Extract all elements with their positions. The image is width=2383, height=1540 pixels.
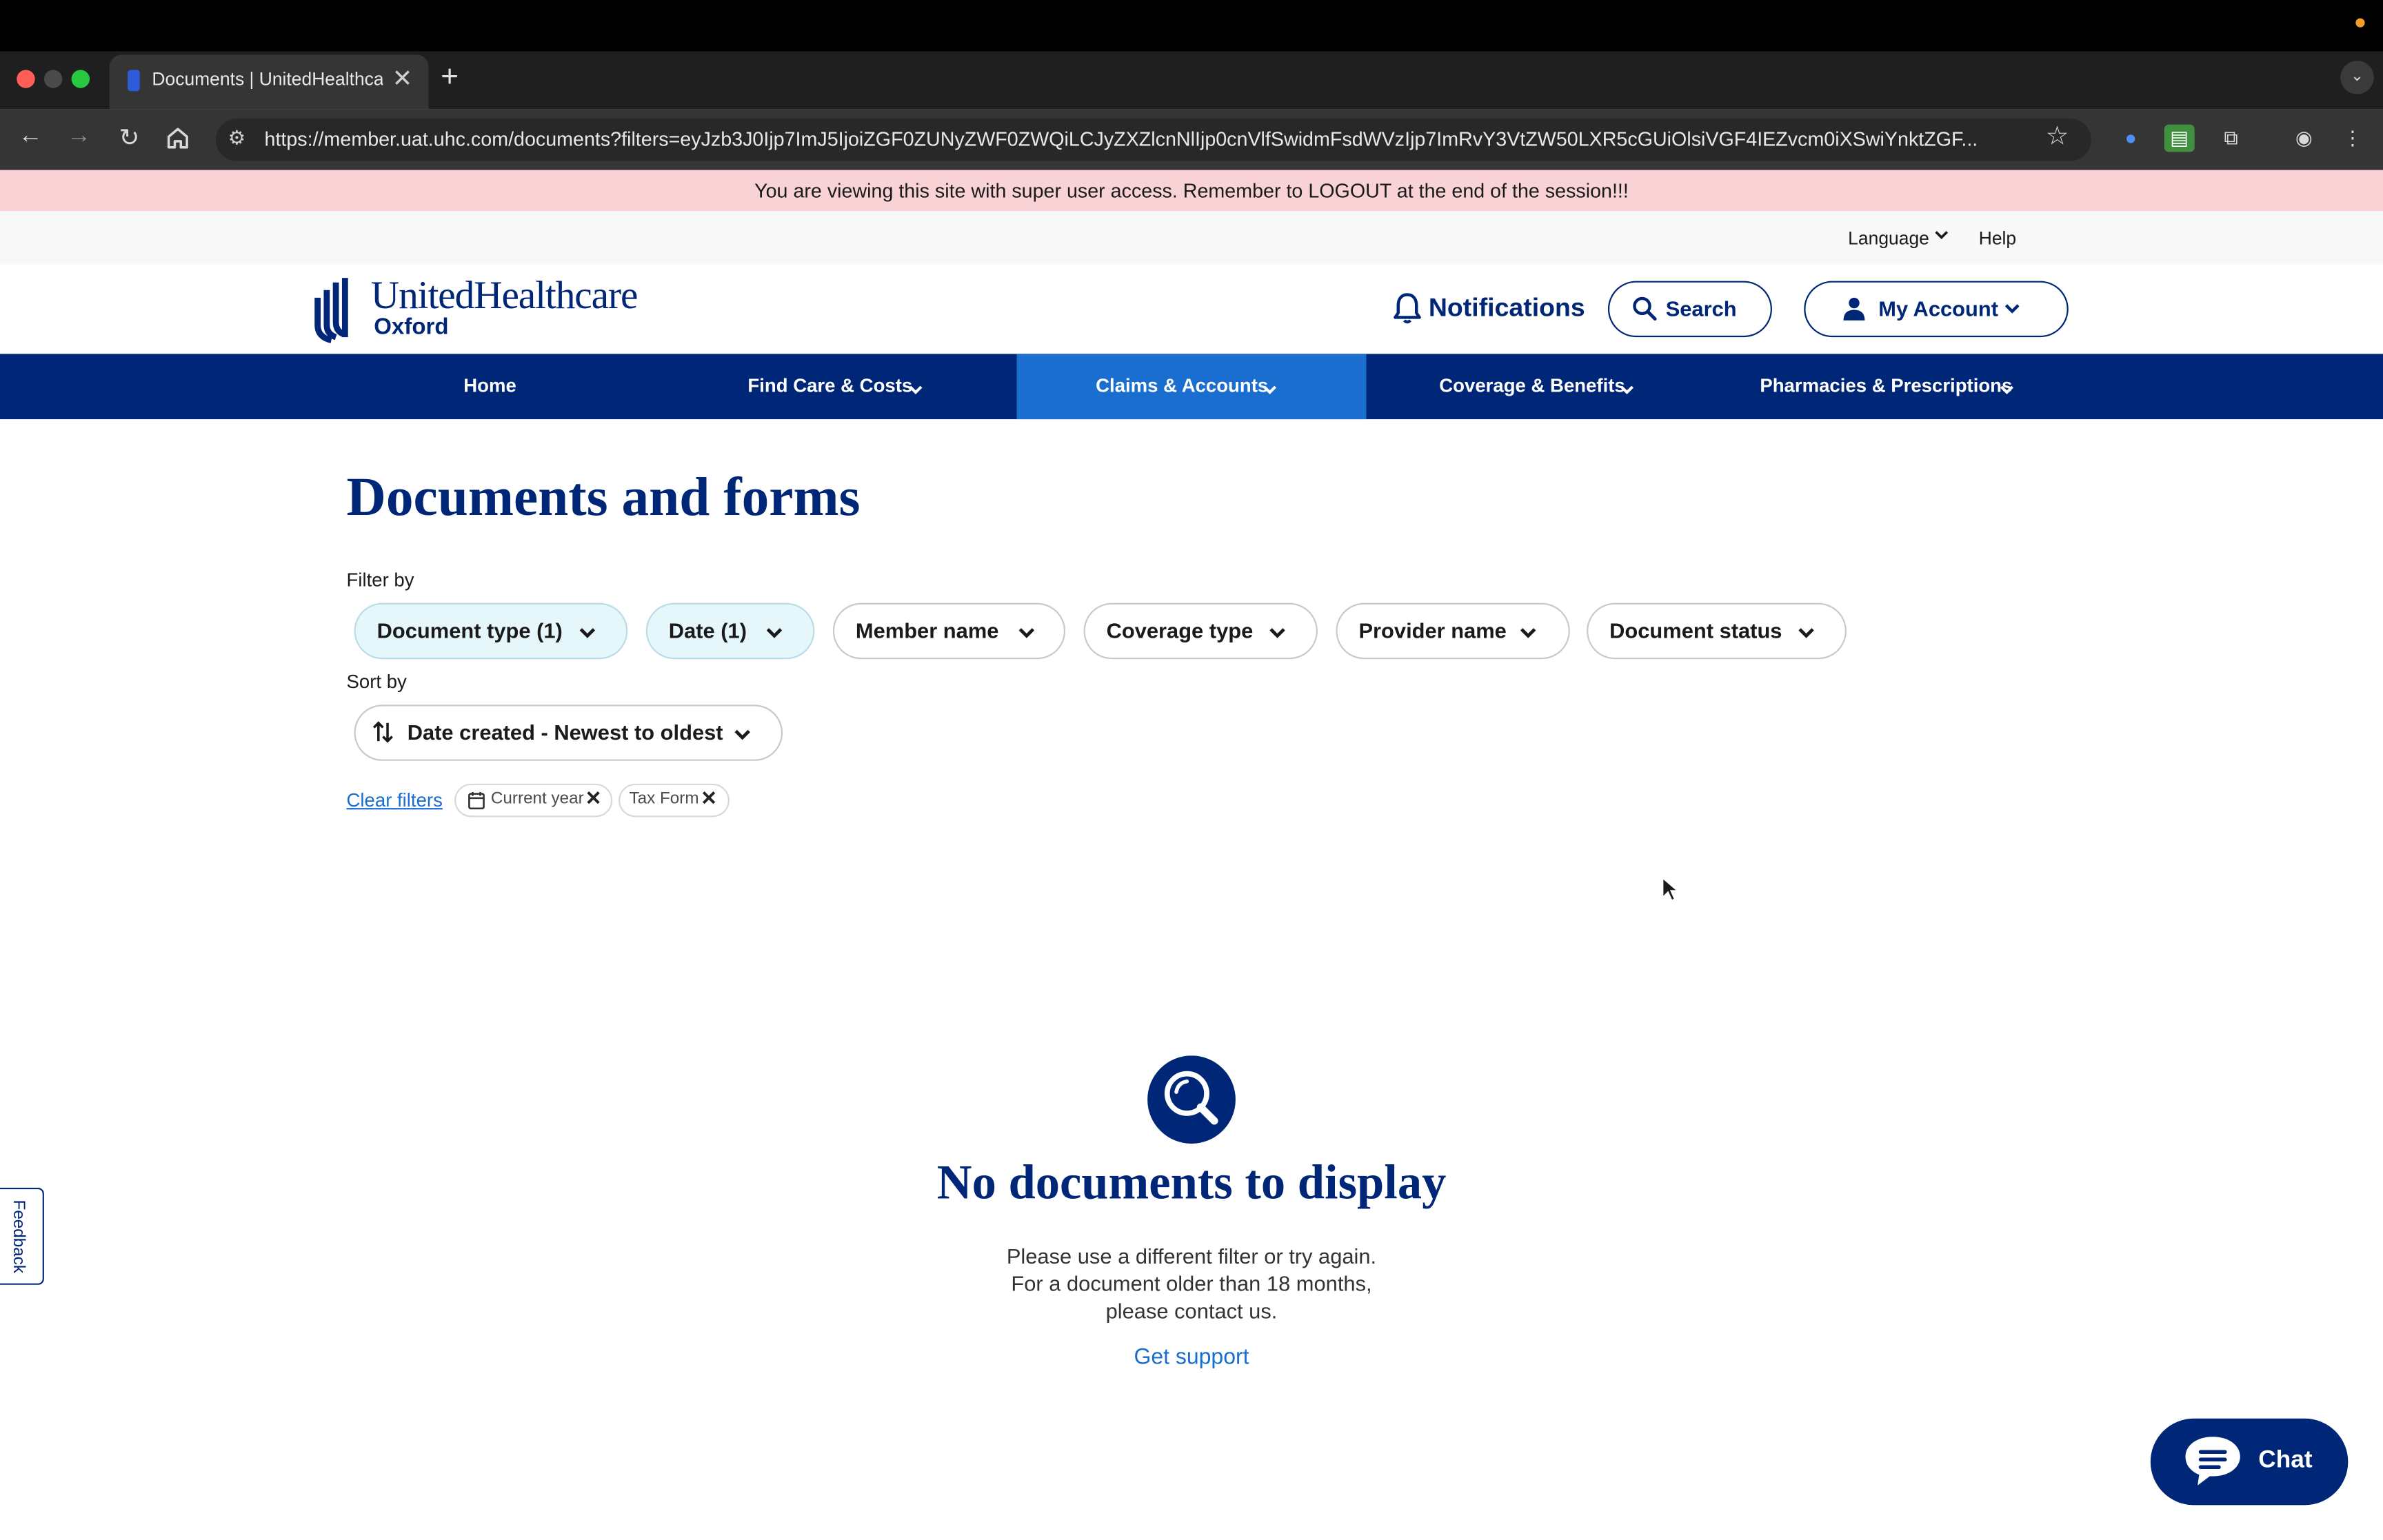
search-icon: [1632, 296, 1657, 321]
chevron-down-icon: [2003, 298, 2021, 325]
clear-filters-link[interactable]: Clear filters: [347, 790, 443, 811]
filter-member-name-label: Member name: [855, 618, 999, 642]
user-icon: [1842, 296, 1866, 321]
empty-state-line: Please use a different filter or try aga…: [1006, 1244, 1377, 1268]
forward-icon[interactable]: →: [64, 123, 94, 150]
chevron-down-icon: [1261, 378, 1278, 406]
feedback-label: Feedback: [9, 1199, 28, 1273]
chevron-down-icon: [1933, 226, 1950, 247]
chevron-down-icon: [1618, 378, 1635, 406]
chat-bubble-icon: [2182, 1434, 2243, 1488]
filter-coverage-type-label: Coverage type: [1106, 618, 1254, 642]
empty-state-line: For a document older than 18 months,: [1011, 1271, 1372, 1296]
back-icon[interactable]: ←: [15, 123, 46, 150]
extension-green-icon[interactable]: ▤: [2164, 124, 2195, 152]
empty-state-title: No documents to display: [936, 1154, 1447, 1209]
page-title: Documents and forms: [346, 466, 861, 527]
filter-document-status-label: Document status: [1609, 618, 1782, 642]
language-menu[interactable]: Language: [1848, 227, 1929, 249]
close-window-button[interactable]: [17, 70, 35, 88]
favicon-icon: [128, 70, 140, 92]
url-text[interactable]: https://member.uat.uhc.com/documents?fil…: [265, 128, 2028, 150]
calendar-icon: [468, 790, 485, 810]
extensions-puzzle-icon[interactable]: ⧉: [2216, 125, 2246, 152]
nav-home[interactable]: Home: [463, 375, 516, 396]
site-settings-icon[interactable]: ⚙: [228, 126, 246, 150]
reload-icon[interactable]: ↻: [114, 123, 144, 153]
super-user-banner: You are viewing this site with super use…: [0, 170, 2383, 212]
sort-arrows-icon: [372, 720, 394, 744]
remove-chip-icon[interactable]: ✕: [701, 787, 717, 811]
chevron-down-icon: [765, 622, 785, 650]
nav-find-care-costs[interactable]: Find Care & Costs: [747, 375, 912, 396]
minimize-window-button[interactable]: [43, 70, 63, 88]
magnifying-glass-icon: [1147, 1055, 1236, 1144]
chip-current-year-label: Current year: [490, 789, 584, 809]
home-icon[interactable]: [164, 125, 192, 152]
sort-value: Date created - Newest to oldest: [407, 720, 723, 744]
mouse-cursor-icon: [1661, 876, 1680, 904]
os-menu-bar: [0, 0, 2383, 52]
brand-subtitle: Oxford: [374, 314, 449, 341]
chat-button[interactable]: [2150, 1418, 2349, 1506]
chat-label: Chat: [2258, 1447, 2313, 1474]
new-tab-icon[interactable]: +: [441, 61, 459, 96]
chevron-down-icon: [1998, 378, 2015, 406]
filter-provider-name-label: Provider name: [1358, 618, 1507, 642]
remove-chip-icon[interactable]: ✕: [585, 787, 602, 811]
help-link[interactable]: Help: [1979, 227, 2016, 249]
recording-indicator-icon: [2355, 18, 2365, 28]
chevron-down-icon: [907, 378, 924, 406]
chevron-down-icon: [1796, 622, 1816, 650]
nav-coverage-benefits[interactable]: Coverage & Benefits: [1439, 375, 1625, 396]
chevron-down-icon: [732, 725, 752, 752]
chevron-down-icon: [578, 622, 598, 650]
chevron-down-icon: [1017, 622, 1037, 650]
chevron-down-icon: [1518, 622, 1538, 650]
sort-by-label: Sort by: [346, 671, 407, 693]
browser-menu-icon[interactable]: ⋮: [2337, 125, 2368, 152]
profile-icon[interactable]: ◉: [2289, 125, 2319, 152]
nav-claims-accounts[interactable]: Claims & Accounts: [1096, 375, 1268, 396]
bookmark-star-icon[interactable]: ☆: [2046, 121, 2069, 152]
extension-blue-icon[interactable]: ●: [2115, 125, 2146, 152]
filter-date-label: Date (1): [668, 618, 747, 642]
nav-pharmacies-prescriptions[interactable]: Pharmacies & Prescriptions: [1760, 375, 2012, 396]
bell-icon[interactable]: [1392, 292, 1422, 325]
filter-by-label: Filter by: [346, 569, 414, 591]
uhc-logo-icon[interactable]: [313, 276, 356, 343]
get-support-link[interactable]: Get support: [736, 1346, 1647, 1370]
search-button-label: Search: [1665, 296, 1737, 321]
chip-tax-form-label: Tax Form: [629, 789, 699, 809]
tab-close-icon[interactable]: ✕: [392, 64, 413, 94]
my-account-label: My Account: [1878, 296, 1999, 321]
tab-search-icon[interactable]: ⌄: [2340, 61, 2374, 94]
zoom-window-button[interactable]: [71, 70, 90, 88]
chevron-down-icon: [1267, 622, 1287, 650]
tab-title: Documents | UnitedHealthcare: [152, 68, 383, 90]
utility-bar: [0, 211, 2383, 265]
empty-state-line: please contact us.: [1105, 1298, 1278, 1323]
brand-name[interactable]: UnitedHealthcare: [371, 274, 639, 319]
filter-document-type-label: Document type (1): [376, 618, 563, 642]
notifications-link[interactable]: Notifications: [1429, 293, 1585, 323]
